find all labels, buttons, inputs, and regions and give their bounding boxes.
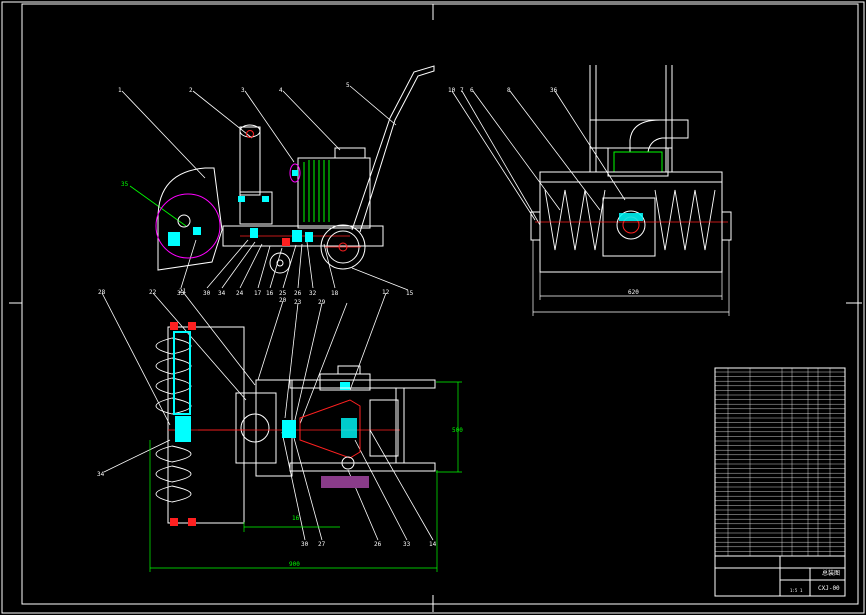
callout: 34 xyxy=(97,471,105,478)
parts-list-grid xyxy=(715,368,845,556)
callout: 4 xyxy=(279,87,283,94)
callout: 30 xyxy=(301,541,309,548)
side-view-callouts: 1 2 3 4 5 35 33 30 34 24 17 16 25 26 32 … xyxy=(118,82,414,297)
callout: 26 xyxy=(374,541,382,548)
callout: 27 xyxy=(318,541,326,548)
callout: 28 xyxy=(98,289,106,296)
callout: 8 xyxy=(507,87,511,94)
callout: 17 xyxy=(254,290,262,297)
callout: 3 xyxy=(241,87,245,94)
front-dimensions xyxy=(532,240,730,316)
handle-width-dimension: 500 xyxy=(452,427,463,434)
callout: 22 xyxy=(149,289,157,296)
callout: 30 xyxy=(203,290,211,297)
side-view: 1 2 3 4 5 35 33 30 34 24 17 16 25 26 32 … xyxy=(118,65,435,297)
callout: 33 xyxy=(403,541,411,548)
callout: 15 xyxy=(406,290,414,297)
callout: 7 xyxy=(460,87,464,94)
callout: 18 xyxy=(331,290,339,297)
scale-ratio: 1:5 xyxy=(790,588,798,593)
callout-green: 35 xyxy=(121,181,129,188)
front-width-dimension: 620 xyxy=(628,289,639,296)
callout: 23 xyxy=(294,299,302,306)
callout: 2 xyxy=(189,87,193,94)
callout: 10 xyxy=(448,87,456,94)
callout: 29 xyxy=(318,299,326,306)
front-handle xyxy=(589,65,673,172)
callout: 14 xyxy=(429,541,437,548)
drawing-code: CXJ-00 xyxy=(818,585,840,592)
callout: 24 xyxy=(236,290,244,297)
callout: 26 xyxy=(294,290,302,297)
drawing-title: 总装图 xyxy=(822,569,840,577)
engine-fins xyxy=(303,160,330,222)
top-view-callouts: 28 22 21 20 23 29 12 34 30 27 26 33 14 xyxy=(97,288,437,548)
front-view: 620 10 7 6 8 36 xyxy=(448,65,732,316)
front-view-leaders xyxy=(451,90,626,226)
callout: 16 xyxy=(266,290,274,297)
callout: 21 xyxy=(179,288,187,295)
callout: 36 xyxy=(550,87,558,94)
callout: 5 xyxy=(346,82,350,89)
top-view: 900 500 16 28 22 21 20 23 29 12 34 30 27… xyxy=(97,288,463,572)
front-view-callouts: 10 7 6 8 36 xyxy=(448,87,558,94)
drawing-border xyxy=(1,1,865,614)
callout: 32 xyxy=(309,290,317,297)
callout: 25 xyxy=(279,290,287,297)
sheet-number: 1 xyxy=(800,588,803,593)
callout: 20 xyxy=(279,297,287,304)
top-view-leaders xyxy=(101,291,434,541)
title-block: 总装图 CXJ-00 1:5 1 xyxy=(714,367,846,597)
cad-drawing-sheet: 1 2 3 4 5 35 33 30 34 24 17 16 25 26 32 … xyxy=(1,1,865,614)
callout: 34 xyxy=(218,290,226,297)
overall-length-dimension: 900 xyxy=(289,561,300,568)
callout: 1 xyxy=(118,87,122,94)
callout: 6 xyxy=(470,87,474,94)
callout: 12 xyxy=(382,289,390,296)
small-dimension: 16 xyxy=(292,515,300,522)
